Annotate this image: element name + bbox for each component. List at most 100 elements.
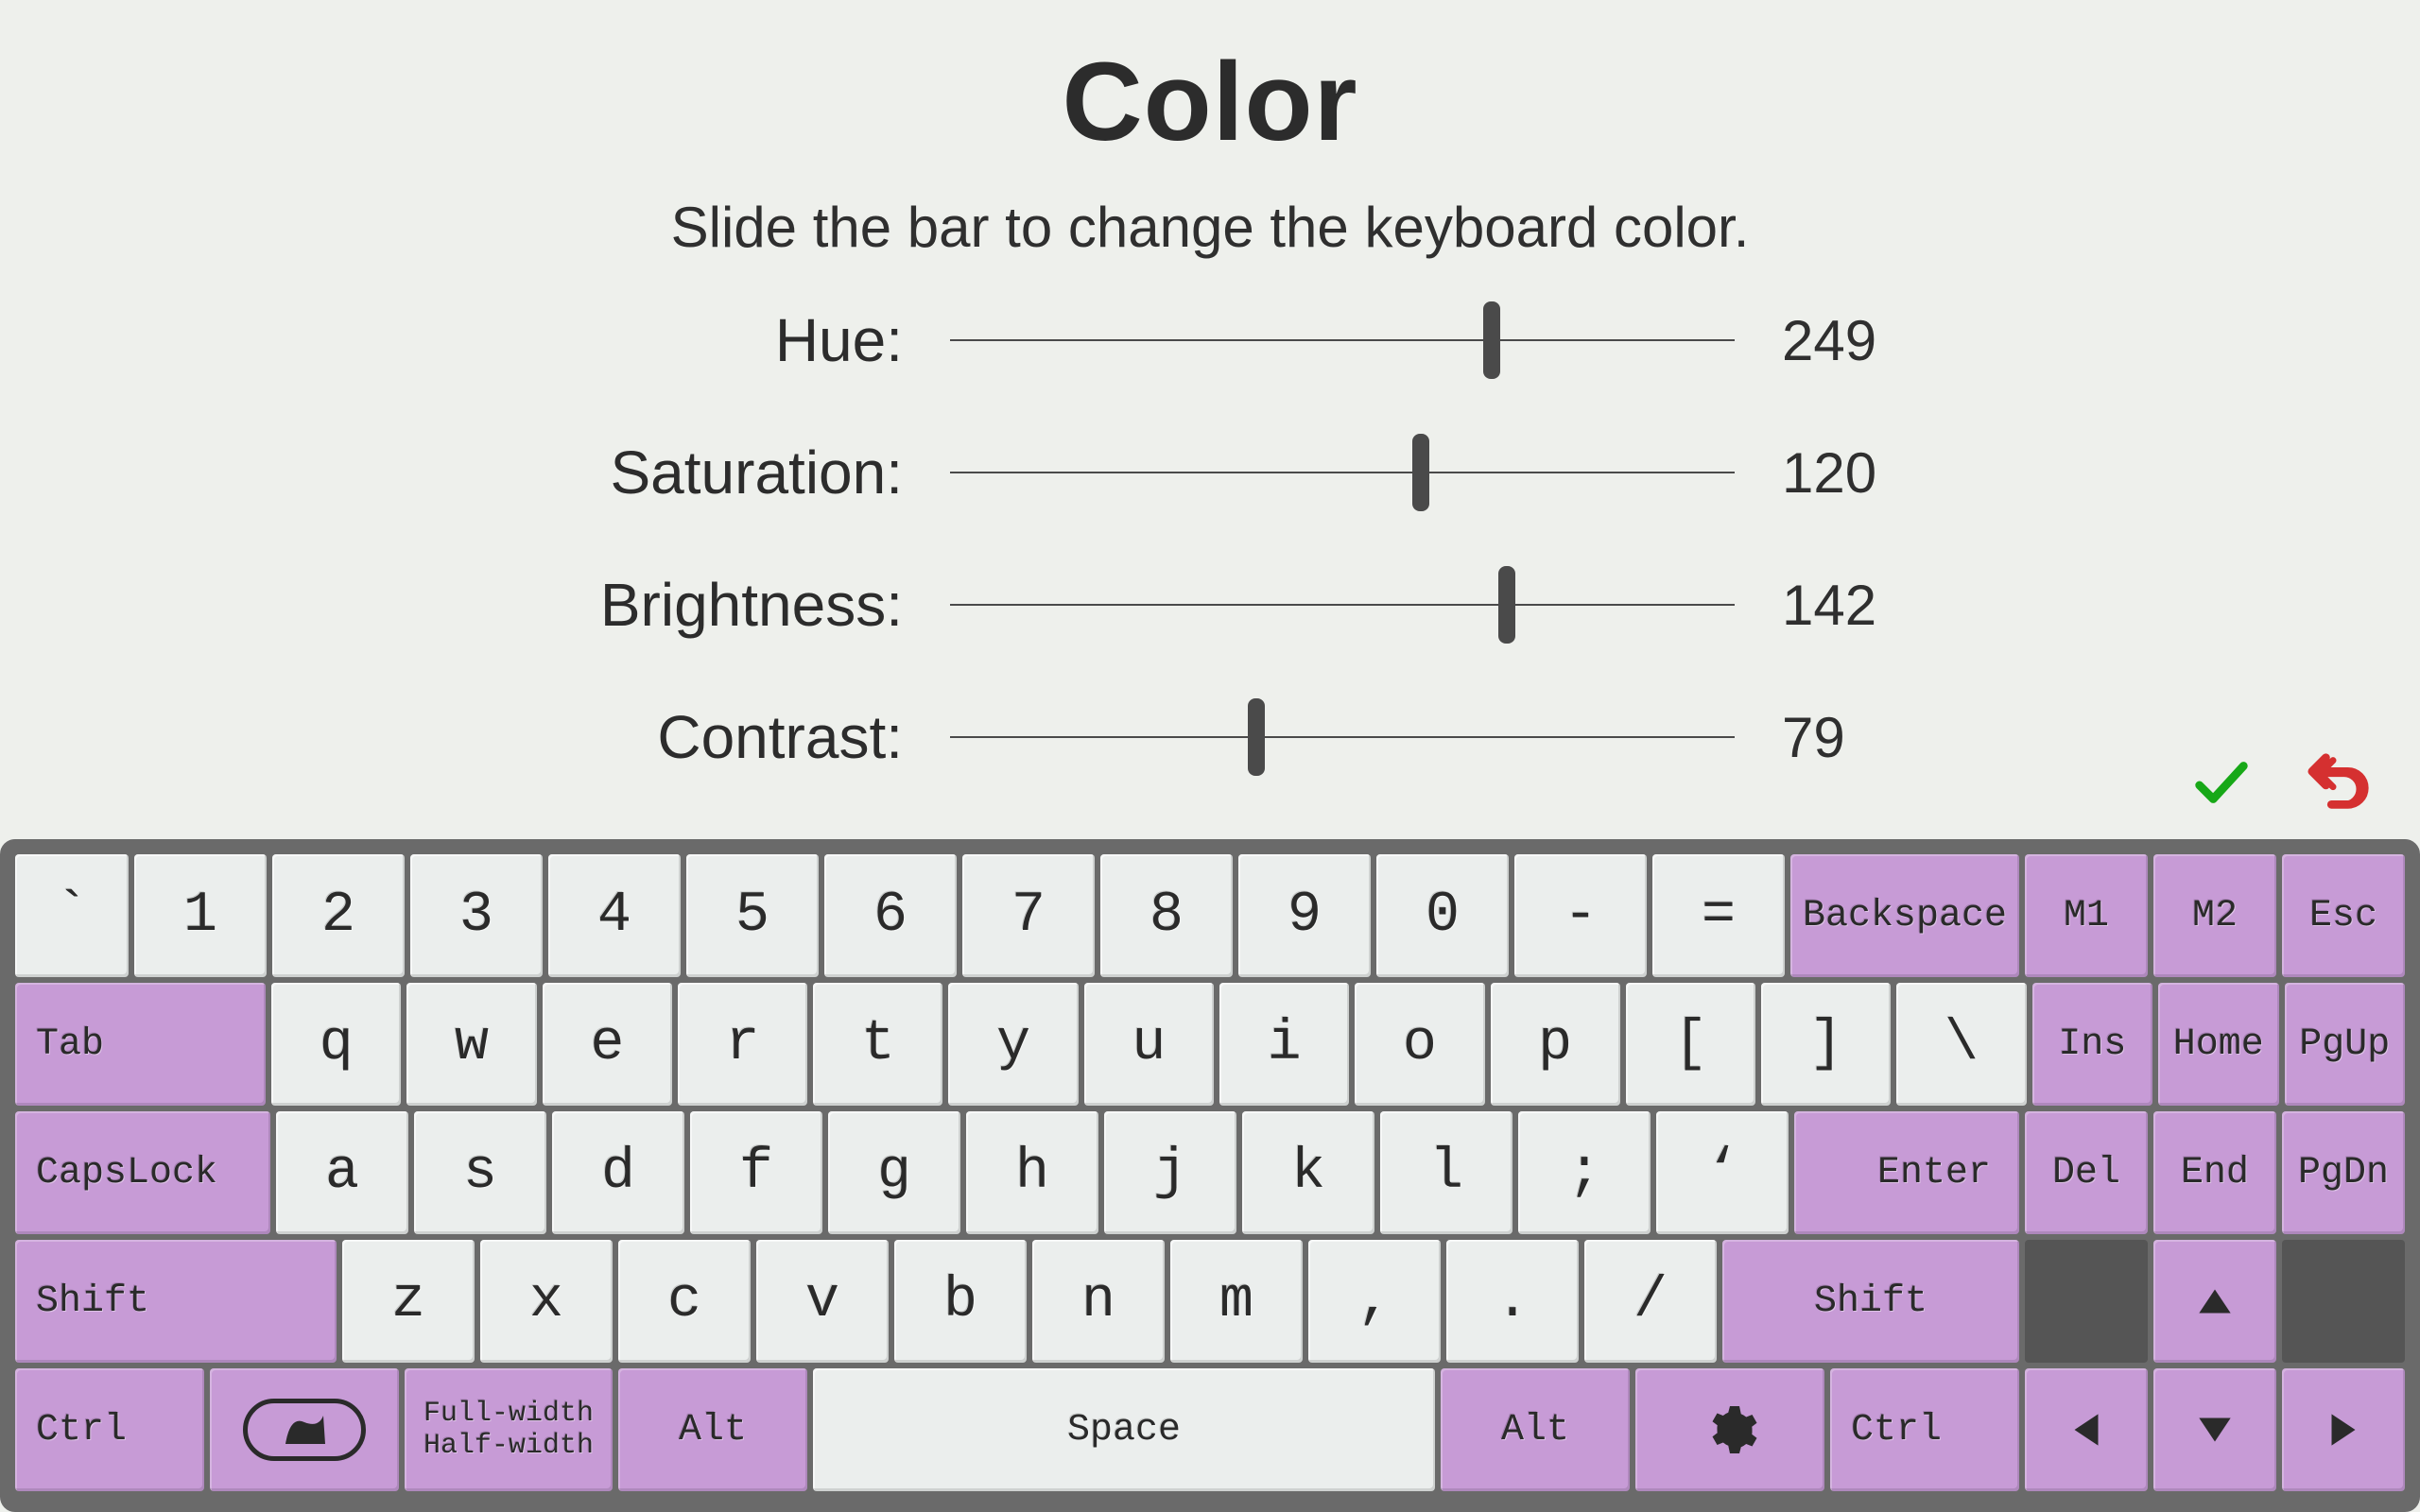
key-ctrl-right[interactable]: Ctrl — [1830, 1368, 2019, 1491]
contrast-slider[interactable] — [950, 736, 1735, 738]
hue-value: 249 — [1782, 308, 1943, 373]
key-m2[interactable]: M2 — [2153, 854, 2276, 977]
key-l[interactable]: l — [1380, 1111, 1512, 1234]
key-esc[interactable]: Esc — [2282, 854, 2405, 977]
key-slash[interactable]: / — [1584, 1240, 1717, 1363]
key-enter[interactable]: Enter — [1794, 1111, 2019, 1234]
saturation-slider-thumb[interactable] — [1412, 434, 1429, 511]
contrast-slider-thumb[interactable] — [1248, 698, 1265, 776]
key-u[interactable]: u — [1084, 983, 1214, 1106]
key-backslash[interactable]: \ — [1896, 983, 2026, 1106]
key-equals[interactable]: = — [1652, 854, 1785, 977]
key-1[interactable]: 1 — [134, 854, 267, 977]
key-r[interactable]: r — [678, 983, 807, 1106]
key-semicolon[interactable]: ; — [1518, 1111, 1651, 1234]
key-0[interactable]: 0 — [1376, 854, 1509, 977]
key-p[interactable]: p — [1491, 983, 1620, 1106]
key-f[interactable]: f — [690, 1111, 822, 1234]
key-3[interactable]: 3 — [410, 854, 543, 977]
key-shift-left[interactable]: Shift — [15, 1240, 337, 1363]
arrow-left-icon — [2063, 1406, 2110, 1453]
key-o[interactable]: o — [1355, 983, 1484, 1106]
key-settings[interactable] — [1635, 1368, 1824, 1491]
key-y[interactable]: y — [948, 983, 1078, 1106]
undo-icon[interactable] — [2307, 749, 2373, 820]
contrast-slider-row: Contrast: 79 — [477, 704, 1943, 770]
hue-slider-thumb[interactable] — [1483, 301, 1500, 379]
key-m[interactable]: m — [1170, 1240, 1303, 1363]
key-j[interactable]: j — [1104, 1111, 1236, 1234]
key-del[interactable]: Del — [2025, 1111, 2148, 1234]
key-capslock[interactable]: CapsLock — [15, 1111, 270, 1234]
key-bracket-right[interactable]: ] — [1761, 983, 1891, 1106]
key-d[interactable]: d — [552, 1111, 684, 1234]
key-v[interactable]: v — [756, 1240, 889, 1363]
key-comma[interactable]: , — [1308, 1240, 1441, 1363]
saturation-slider[interactable] — [950, 472, 1735, 473]
key-space[interactable]: Space — [813, 1368, 1435, 1491]
key-e[interactable]: e — [543, 983, 672, 1106]
key-w[interactable]: w — [406, 983, 536, 1106]
key-width-toggle[interactable]: Full-width Half-width — [405, 1368, 613, 1491]
key-h[interactable]: h — [966, 1111, 1098, 1234]
key-i[interactable]: i — [1219, 983, 1349, 1106]
key-ins[interactable]: Ins — [2032, 983, 2152, 1106]
key-minus[interactable]: - — [1514, 854, 1647, 977]
arrow-up-icon — [2191, 1278, 2238, 1325]
key-logo[interactable] — [210, 1368, 399, 1491]
key-arrow-down[interactable] — [2153, 1368, 2276, 1491]
hue-slider[interactable] — [950, 339, 1735, 341]
key-backtick[interactable]: ` — [15, 854, 129, 977]
key-b[interactable]: b — [894, 1240, 1027, 1363]
contrast-label: Contrast: — [477, 702, 903, 772]
key-arrow-left[interactable] — [2025, 1368, 2148, 1491]
key-end[interactable]: End — [2153, 1111, 2276, 1234]
arrow-down-icon — [2191, 1406, 2238, 1453]
key-alt-left[interactable]: Alt — [618, 1368, 807, 1491]
key-backspace[interactable]: Backspace — [1790, 854, 2019, 977]
key-c[interactable]: c — [618, 1240, 751, 1363]
key-n[interactable]: n — [1032, 1240, 1165, 1363]
saturation-slider-row: Saturation: 120 — [477, 439, 1943, 506]
key-9[interactable]: 9 — [1238, 854, 1371, 977]
brightness-slider-row: Brightness: 142 — [477, 572, 1943, 638]
key-s[interactable]: s — [414, 1111, 546, 1234]
key-quote[interactable]: ‘ — [1656, 1111, 1789, 1234]
key-5[interactable]: 5 — [686, 854, 819, 977]
key-alt-right[interactable]: Alt — [1441, 1368, 1630, 1491]
page-title: Color — [1062, 38, 1357, 166]
key-t[interactable]: t — [813, 983, 942, 1106]
key-8[interactable]: 8 — [1100, 854, 1233, 977]
half-width-label: Half-width — [424, 1432, 594, 1460]
confirm-icon[interactable] — [2188, 749, 2255, 820]
key-7[interactable]: 7 — [962, 854, 1095, 977]
brightness-slider-thumb[interactable] — [1498, 566, 1515, 644]
hue-label: Hue: — [477, 305, 903, 375]
key-ctrl-left[interactable]: Ctrl — [15, 1368, 204, 1491]
key-k[interactable]: k — [1242, 1111, 1374, 1234]
key-tab[interactable]: Tab — [15, 983, 266, 1106]
hue-slider-row: Hue: 249 — [477, 307, 1943, 373]
key-period[interactable]: . — [1446, 1240, 1579, 1363]
key-bracket-left[interactable]: [ — [1626, 983, 1755, 1106]
key-x[interactable]: x — [480, 1240, 613, 1363]
key-arrow-up[interactable] — [2153, 1240, 2276, 1363]
key-arrow-right[interactable] — [2282, 1368, 2405, 1491]
key-home[interactable]: Home — [2158, 983, 2278, 1106]
key-g[interactable]: g — [828, 1111, 960, 1234]
brightness-value: 142 — [1782, 573, 1943, 638]
brightness-slider[interactable] — [950, 604, 1735, 606]
keyboard-row-1: ` 1 2 3 4 5 6 7 8 9 0 - = Backspace M1 M… — [15, 854, 2405, 977]
key-pgup[interactable]: PgUp — [2285, 983, 2405, 1106]
key-6[interactable]: 6 — [824, 854, 957, 977]
keyboard-row-2: Tab q w e r t y u i o p [ ] \ Ins Home P… — [15, 983, 2405, 1106]
key-z[interactable]: z — [342, 1240, 475, 1363]
key-pgdn[interactable]: PgDn — [2282, 1111, 2405, 1234]
contrast-value: 79 — [1782, 705, 1943, 770]
key-q[interactable]: q — [271, 983, 401, 1106]
key-4[interactable]: 4 — [548, 854, 681, 977]
key-2[interactable]: 2 — [272, 854, 405, 977]
key-a[interactable]: a — [276, 1111, 408, 1234]
key-shift-right[interactable]: Shift — [1722, 1240, 2019, 1363]
key-m1[interactable]: M1 — [2025, 854, 2148, 977]
